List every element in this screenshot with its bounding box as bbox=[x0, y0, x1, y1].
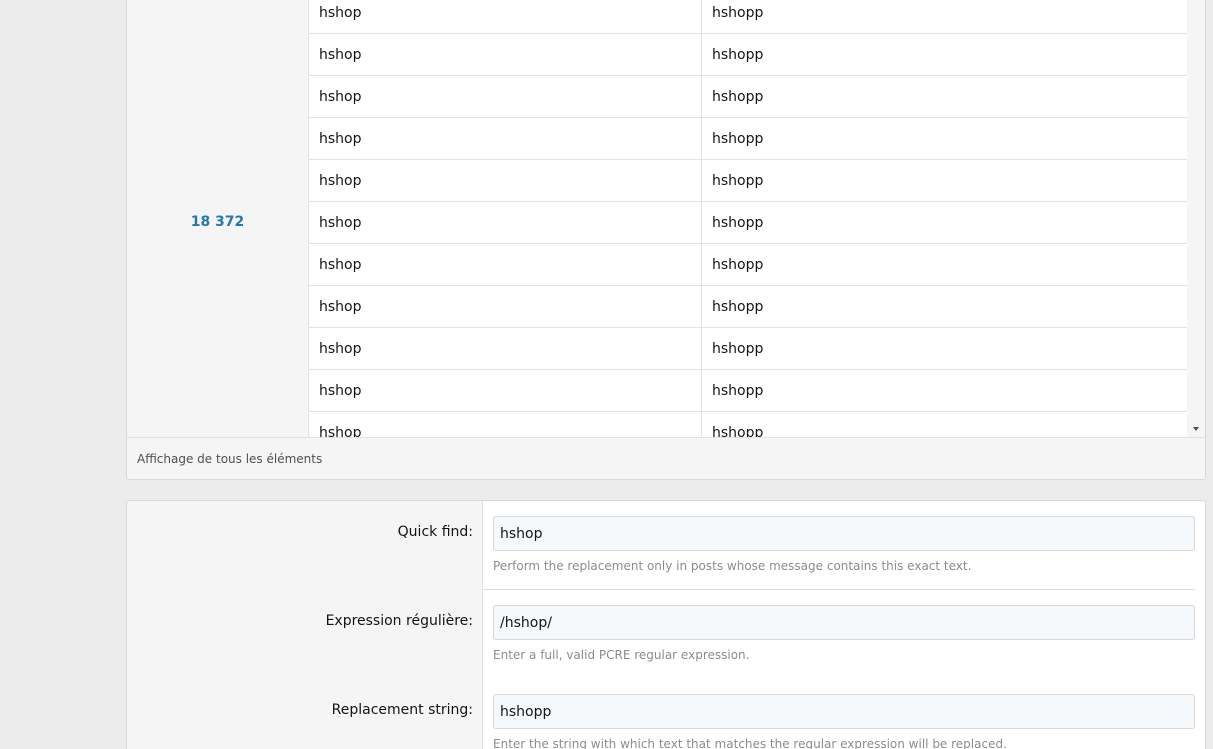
find-cell: hshop bbox=[309, 76, 702, 117]
find-cell: hshop bbox=[309, 412, 702, 437]
post-count-cell: 18 372 bbox=[127, 0, 308, 437]
table-row: hshop hshopp bbox=[309, 34, 1187, 76]
table-row: hshop hshopp bbox=[309, 286, 1187, 328]
replace-cell: hshopp bbox=[712, 424, 764, 438]
table-row: hshop hshopp bbox=[309, 244, 1187, 286]
replacement-input[interactable] bbox=[493, 694, 1195, 729]
replace-cell: hshopp bbox=[712, 130, 764, 147]
regex-input[interactable] bbox=[493, 605, 1195, 640]
find-cell: hshop bbox=[309, 202, 702, 243]
replace-cell: hshopp bbox=[712, 382, 764, 399]
show-all-items-text: Affichage de tous les éléments bbox=[137, 452, 323, 466]
find-cell: hshop bbox=[309, 0, 702, 33]
find-cell: hshop bbox=[309, 118, 702, 159]
post-count-link[interactable]: 18 372 bbox=[191, 207, 245, 230]
table-row: hshop hshopp bbox=[309, 76, 1187, 118]
replace-cell: hshopp bbox=[712, 46, 764, 63]
replace-cell: hshopp bbox=[712, 256, 764, 273]
quick-find-row: Quick find: Perform the replacement only… bbox=[127, 501, 1205, 590]
table-row: hshop hshopp bbox=[309, 370, 1187, 412]
table-row: hshop hshopp bbox=[309, 202, 1187, 244]
find-cell: hshop bbox=[309, 286, 702, 327]
regex-hint: Enter a full, valid PCRE regular express… bbox=[493, 648, 750, 662]
table-row: hshop hshopp bbox=[309, 160, 1187, 202]
quick-find-input[interactable] bbox=[493, 516, 1195, 551]
results-footer: Affichage de tous les éléments bbox=[127, 437, 1205, 479]
table-row: hshop hshopp bbox=[309, 118, 1187, 160]
replace-cell: hshopp bbox=[712, 214, 764, 231]
find-cell: hshop bbox=[309, 160, 702, 201]
replace-cell: hshopp bbox=[712, 298, 764, 315]
quick-find-label: Quick find: bbox=[397, 524, 473, 540]
table-row: hshop hshopp bbox=[309, 0, 1187, 34]
replacement-hint: Enter the string with which text that ma… bbox=[493, 737, 1007, 749]
matches-scroll-area[interactable]: hshop hshopp hshop hshopp hshop hshopp h… bbox=[308, 0, 1187, 437]
find-cell: hshop bbox=[309, 328, 702, 369]
regex-row: Expression régulière: Enter a full, vali… bbox=[127, 590, 1205, 679]
matches-table: hshop hshopp hshop hshopp hshop hshopp h… bbox=[309, 0, 1187, 437]
find-cell: hshop bbox=[309, 370, 702, 411]
matched-posts-block: 18 372 hshop hshopp hshop hshopp hshop h… bbox=[126, 0, 1206, 480]
replacement-label: Replacement string: bbox=[331, 702, 473, 718]
replace-cell: hshopp bbox=[712, 340, 764, 357]
scroll-down-arrow-icon[interactable] bbox=[1193, 427, 1199, 431]
replacement-row: Replacement string: Enter the string wit… bbox=[127, 679, 1205, 749]
find-cell: hshop bbox=[309, 34, 702, 75]
replace-form: Quick find: Perform the replacement only… bbox=[126, 500, 1206, 749]
quick-find-hint: Perform the replacement only in posts wh… bbox=[493, 559, 972, 573]
replace-cell: hshopp bbox=[712, 4, 764, 21]
replace-cell: hshopp bbox=[712, 172, 764, 189]
vertical-scrollbar[interactable] bbox=[1187, 0, 1205, 437]
table-row: hshop hshopp bbox=[309, 412, 1187, 437]
regex-label: Expression régulière: bbox=[325, 613, 473, 629]
table-row: hshop hshopp bbox=[309, 328, 1187, 370]
replace-cell: hshopp bbox=[712, 88, 764, 105]
find-cell: hshop bbox=[309, 244, 702, 285]
